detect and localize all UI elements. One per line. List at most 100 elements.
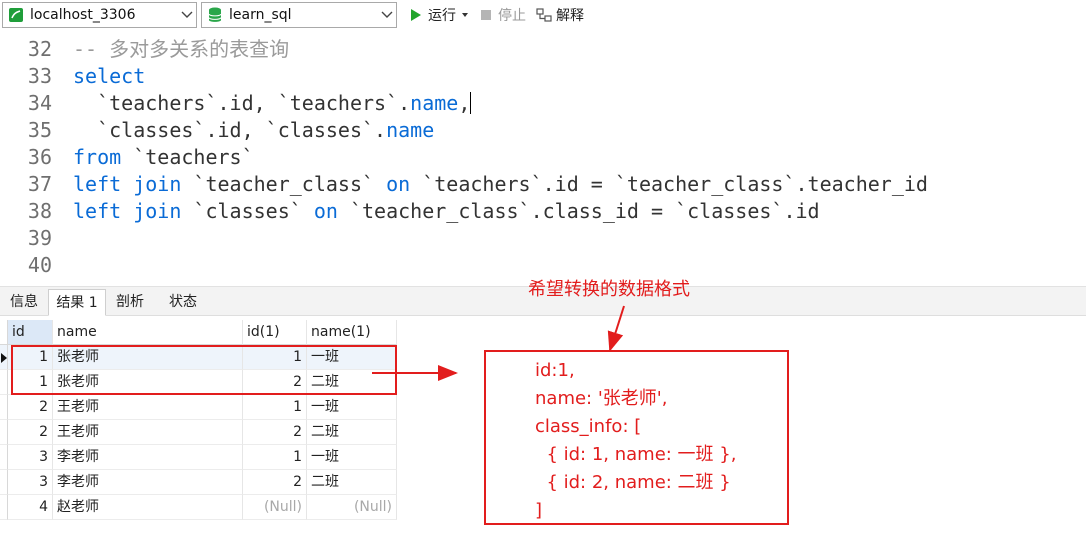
cell-id-1[interactable]: 1 [243,445,307,470]
current-row-pointer-icon [1,353,7,363]
sql-editor[interactable]: 32 -- 多对多关系的表查询 33 select 34 `teachers`.id, … [0,36,1086,282]
column-header-name[interactable]: name [53,320,243,345]
tab-result-1[interactable]: 结果 1 [48,289,106,316]
cell-id[interactable]: 3 [8,470,53,495]
cell-name-1[interactable]: 一班 [307,395,397,420]
code-line[interactable]: 35 `classes`.id, `classes`.name [0,117,1086,144]
row-indicator[interactable] [0,470,8,495]
cell-id-1[interactable]: 1 [243,395,307,420]
line-number: 40 [27,253,52,277]
sql-text: `teachers` [121,145,254,169]
tab-status[interactable]: 状态 [160,289,206,316]
cell-id[interactable]: 3 [8,445,53,470]
cell-id[interactable]: 4 [8,495,53,520]
sql-keyword: from [73,145,122,169]
explain-button-label: 解释 [556,8,584,24]
sql-keyword: on [313,199,338,223]
cell-id[interactable]: 2 [8,395,53,420]
line-number: 37 [27,172,52,196]
sql-text: `teacher_class` [181,172,387,196]
sql-comment: -- 多对多关系的表查询 [73,37,290,61]
code-line[interactable]: 32 -- 多对多关系的表查询 [0,36,1086,63]
target-format-line: { id: 2, name: 二班 } [535,472,731,493]
cell-id-1[interactable]: 2 [243,420,307,445]
annotation-title: 希望转换的数据格式 [528,279,690,300]
code-text: from `teachers` [73,144,254,171]
line-number: 39 [27,226,52,250]
sql-text: `teachers`.id, `teachers`. [73,91,411,115]
sql-text: `teacher_class`.class_id = `classes`.id [337,199,820,223]
cell-name[interactable]: 李老师 [53,445,243,470]
sql-keyword: left join [73,172,182,196]
explain-button[interactable]: 解释 [536,4,584,26]
database-icon [206,6,224,24]
connection-select-value: localhost_3306 [30,7,136,23]
code-text: `classes`.id, `classes`.name [73,117,434,144]
cell-name-1[interactable]: 二班 [307,420,397,445]
target-format-line: class_info: [ [535,416,642,437]
code-line[interactable]: 36 from `teachers` [0,144,1086,171]
row-indicator[interactable] [0,345,8,370]
table-row[interactable]: 3 李老师 2 二班 [0,470,400,495]
line-number: 32 [27,37,52,61]
cell-name[interactable]: 李老师 [53,470,243,495]
code-line[interactable]: 37 left join `teacher_class` on `teachers… [0,171,1086,198]
column-header-name-1[interactable]: name(1) [307,320,397,345]
cell-id-1[interactable]: 2 [243,470,307,495]
line-number: 34 [27,91,52,115]
code-text: select [73,63,145,90]
table-row[interactable]: 4 赵老师 (Null) (Null) [0,495,400,520]
text-cursor [470,92,472,114]
table-row[interactable]: 2 王老师 1 一班 [0,395,400,420]
line-number: 38 [27,199,52,223]
cell-name-1[interactable]: 二班 [307,470,397,495]
line-number: 33 [27,64,52,88]
sql-text: , [458,91,471,115]
database-select-value: learn_sql [229,7,292,23]
table-row[interactable]: 3 李老师 1 一班 [0,445,400,470]
cell-name-1[interactable]: (Null) [307,495,397,520]
cell-id[interactable]: 2 [8,420,53,445]
run-button-label: 运行 [428,8,456,24]
code-text: left join `teacher_class` on `teachers`.… [73,171,928,198]
column-header-id-1[interactable]: id(1) [243,320,307,345]
run-button[interactable]: 运行 [408,4,469,26]
row-indicator-header [0,320,8,345]
target-format-line: ] [535,500,543,521]
cell-name[interactable]: 赵老师 [53,495,243,520]
code-text: left join `classes` on `teacher_class`.c… [73,198,820,225]
chevron-down-icon [378,6,396,24]
connection-select[interactable]: localhost_3306 [2,2,197,28]
target-format-line: name: '张老师', [535,388,668,409]
row-indicator[interactable] [0,395,8,420]
stop-button[interactable]: 停止 [478,4,526,26]
cell-name[interactable]: 王老师 [53,420,243,445]
cell-id-1[interactable]: (Null) [243,495,307,520]
sql-text: `classes`.id, `classes`. [73,118,387,142]
row-indicator[interactable] [0,370,8,395]
cell-name[interactable]: 王老师 [53,395,243,420]
tab-info[interactable]: 信息 [2,289,46,316]
target-format-line: { id: 1, name: 一班 }, [535,444,737,465]
code-line[interactable]: 33 select [0,63,1086,90]
row-indicator[interactable] [0,445,8,470]
line-number: 36 [27,145,52,169]
explain-icon [536,7,552,23]
column-header-id[interactable]: id [8,320,53,345]
row-indicator[interactable] [0,420,8,445]
target-format-line: id:1, [535,360,575,381]
code-line[interactable]: 34 `teachers`.id, `teachers`.name, [0,90,1086,117]
code-line[interactable]: 39 [0,225,1086,252]
tab-profile[interactable]: 剖析 [106,289,154,316]
sql-text: `teachers`.id = `teacher_class`.teacher_… [410,172,928,196]
sql-keyword: left join [73,199,182,223]
code-line[interactable]: 38 left join `classes` on `teacher_class`… [0,198,1086,225]
line-number: 35 [27,118,52,142]
sql-keyword: select [73,64,146,88]
run-dropdown-icon[interactable] [461,12,469,18]
cell-name-1[interactable]: 一班 [307,445,397,470]
table-row[interactable]: 2 王老师 2 二班 [0,420,400,445]
sql-keyword: name [386,118,435,142]
database-select[interactable]: learn_sql [201,2,397,28]
row-indicator[interactable] [0,495,8,520]
